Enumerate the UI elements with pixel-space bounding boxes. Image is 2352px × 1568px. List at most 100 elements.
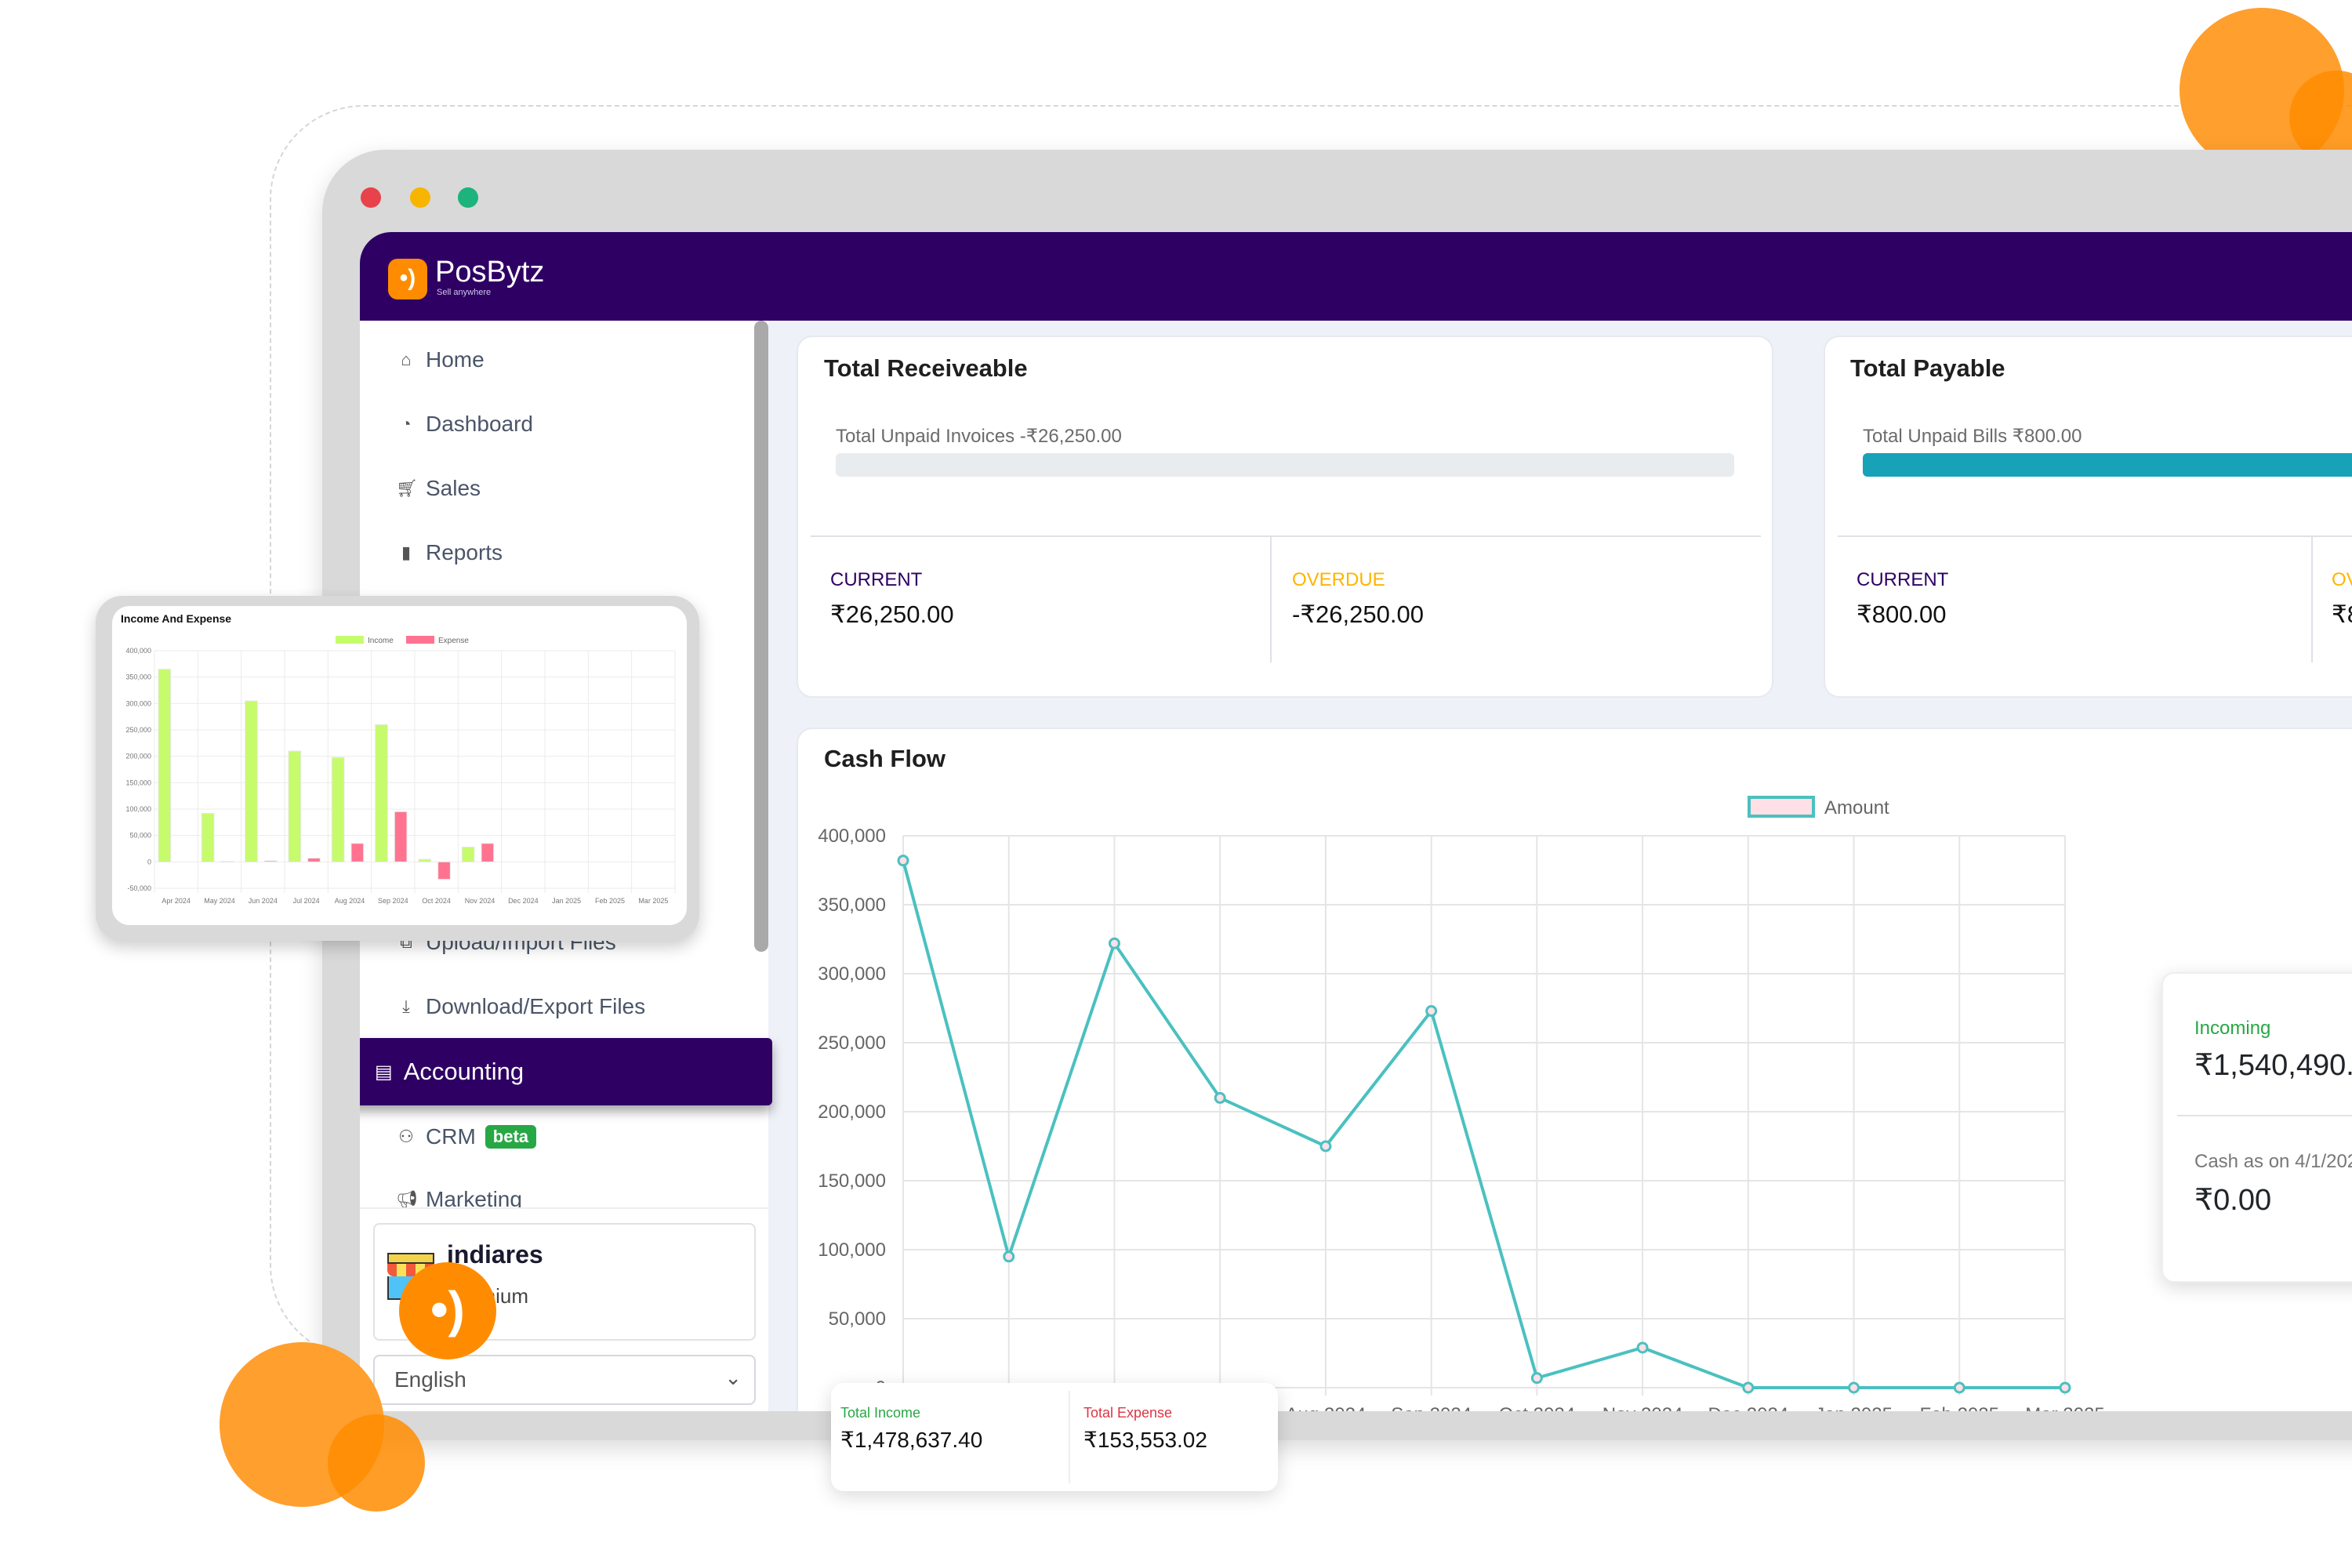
y-tick-label: 300,000	[818, 964, 886, 985]
data-point	[1319, 1140, 1332, 1152]
unpaid-bills-progress	[1863, 453, 2352, 477]
window-maximize-dot[interactable]	[458, 187, 478, 208]
decorative-circle	[328, 1414, 425, 1512]
income-expense-panel: Income And Expense -50,000 0 50,000 100,000…	[112, 606, 687, 925]
overdue-value: -₹26,250.00	[1292, 601, 1424, 628]
bar-expense	[307, 858, 321, 862]
current-value: ₹800.00	[1857, 601, 1947, 628]
window-close-dot[interactable]	[361, 187, 381, 208]
cash-flow-card: Cash Flow 050,000100,000150,000200,00025…	[797, 728, 2352, 1411]
app-header: •) PosBytz Sell anywhere	[360, 232, 2352, 321]
x-tick-label: Dec 2024	[508, 897, 539, 905]
sidebar-item-label: Sales	[426, 476, 481, 500]
bar-expense	[263, 860, 278, 862]
overdue-label: OVERDUE	[1292, 569, 1385, 590]
sidebar-item-dashboard[interactable]: ◔ Dashboard	[396, 412, 533, 437]
x-tick-label: Sep 2024	[378, 897, 408, 905]
x-tick-label: Jan 2025	[552, 897, 581, 905]
x-tick-label: Aug 2024	[1286, 1404, 1367, 1411]
sidebar-item-reports[interactable]: ▮ Reports	[396, 540, 503, 565]
bar-expense	[350, 843, 365, 862]
y-tick-label: 0	[147, 858, 151, 866]
document-icon: ▤	[375, 1061, 393, 1083]
bar-income	[245, 700, 258, 862]
data-point	[1848, 1381, 1860, 1394]
posbytz-logo-icon[interactable]: •)	[388, 259, 427, 299]
total-income-value: ₹1,478,637.40	[840, 1428, 983, 1452]
x-tick-label: May 2024	[204, 897, 235, 905]
sidebar-item-label: Accounting	[403, 1058, 524, 1085]
posbytz-badge-icon[interactable]: •)	[399, 1262, 496, 1359]
home-icon: ⌂	[401, 350, 412, 369]
sidebar-item-label: Home	[426, 347, 485, 372]
y-tick-label: 100,000	[125, 805, 151, 813]
data-point	[1425, 1005, 1438, 1018]
bar-income	[461, 846, 475, 862]
y-tick-label: 350,000	[125, 673, 151, 681]
data-point	[897, 855, 909, 867]
y-tick-label: 150,000	[818, 1171, 886, 1192]
cash-flow-chart: 050,000100,000150,000200,000250,000300,0…	[818, 796, 2105, 1411]
bar-expense	[394, 811, 408, 862]
divider	[1838, 535, 2352, 537]
sidebar-item-download-export-files[interactable]: ⤓ Download/Export Files	[396, 994, 645, 1019]
divider	[2311, 537, 2313, 662]
total-expense-value: ₹153,553.02	[1083, 1428, 1207, 1452]
sidebar-item-accounting[interactable]: ▤ Accounting	[360, 1038, 772, 1105]
x-tick-label: Apr 2024	[162, 897, 191, 905]
total-income-label: Total Income	[840, 1405, 921, 1421]
y-tick-label: 300,000	[125, 699, 151, 707]
unpaid-bills-label: Total Unpaid Bills ₹800.00	[1863, 426, 2082, 447]
data-point	[1003, 1250, 1015, 1263]
sidebar-item-label: Reports	[426, 540, 503, 564]
data-point	[2059, 1381, 2071, 1394]
bar-income	[288, 750, 302, 862]
download-icon: ⤓	[402, 996, 410, 1016]
data-point	[1636, 1341, 1649, 1354]
divider	[1270, 537, 1272, 662]
y-tick-label: 100,000	[818, 1240, 886, 1261]
y-tick-label: 250,000	[818, 1033, 886, 1054]
legend-swatch	[336, 636, 364, 644]
sidebar-item-crm[interactable]: ⚇ CRM beta	[396, 1124, 537, 1149]
sidebar-item-label: Dashboard	[426, 412, 533, 436]
total-receivable-card: Total Receiveable Total Unpaid Invoices …	[797, 336, 1773, 698]
totals-popup: Total Income ₹1,478,637.40 Total Expense…	[831, 1383, 1278, 1491]
x-tick-label: Mar 2025	[638, 897, 668, 905]
sidebar-item-sales[interactable]: 🛒︎ Sales	[396, 476, 481, 501]
legend-label: Income	[368, 637, 394, 645]
bar-expense	[481, 843, 495, 862]
card-title: Total Payable	[1850, 354, 2005, 382]
legend-label: Expense	[438, 637, 469, 645]
bar-income	[418, 858, 432, 862]
y-tick-label: 400,000	[125, 647, 151, 655]
data-point	[1742, 1381, 1755, 1394]
card-title: Total Receiveable	[824, 354, 1028, 382]
sidebar-item-home[interactable]: ⌂ Home	[396, 347, 485, 372]
y-tick-label: 50,000	[129, 832, 151, 840]
x-tick-label: Nov 2024	[1602, 1404, 1683, 1411]
sidebar-item-label: CRM	[426, 1124, 476, 1149]
cash-as-on-label: Cash as on 4/1/2024	[2194, 1151, 2352, 1172]
y-tick-label: 200,000	[125, 753, 151, 760]
legend-label: Amount	[1824, 797, 1889, 818]
x-tick-label: Jan 2025	[1815, 1404, 1893, 1411]
y-tick-label: 400,000	[818, 826, 886, 847]
incoming-label: Incoming	[2194, 1018, 2271, 1039]
language-value: English	[394, 1367, 466, 1392]
x-tick-label: Feb 2025	[595, 897, 625, 905]
brand-name: PosBytz	[435, 256, 545, 289]
y-tick-label: 150,000	[125, 779, 151, 786]
current-value: ₹26,250.00	[830, 601, 954, 628]
x-tick-label: Feb 2025	[1920, 1404, 1999, 1411]
users-icon: ⚇	[398, 1127, 414, 1146]
x-tick-label: Oct 2024	[422, 897, 451, 905]
language-select[interactable]: English ⌄	[373, 1355, 756, 1405]
cart-icon: 🛒︎	[396, 478, 418, 498]
sidebar-scrollbar[interactable]	[754, 321, 768, 952]
y-tick-label: -50,000	[127, 884, 151, 892]
window-minimize-dot[interactable]	[410, 187, 430, 208]
y-tick-label: 200,000	[818, 1102, 886, 1123]
total-expense-label: Total Expense	[1083, 1405, 1173, 1421]
y-tick-label: 250,000	[125, 726, 151, 734]
